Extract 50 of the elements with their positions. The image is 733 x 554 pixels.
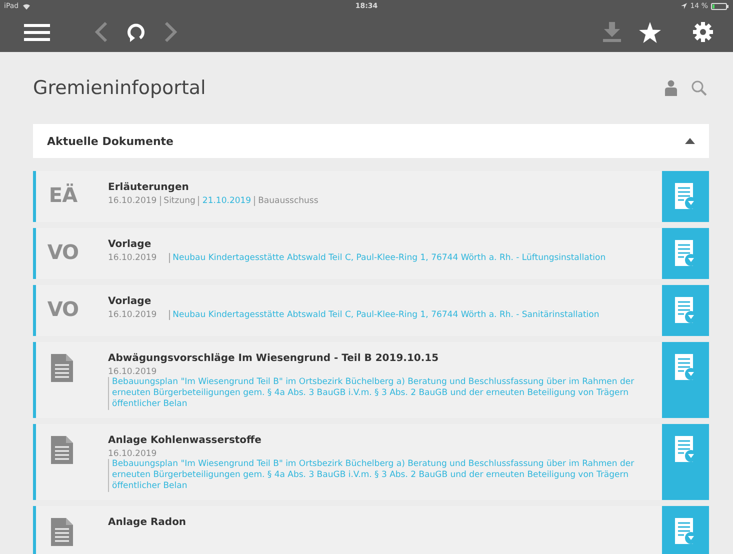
document-row[interactable]: Anlage Radon — [33, 506, 709, 554]
panel-title: Aktuelle Dokumente — [47, 134, 174, 148]
document-title: Abwägungsvorschläge Im Wiesengrund - Teil B 2019.10.15 — [108, 353, 440, 364]
panel-header[interactable]: Aktuelle Dokumente — [33, 124, 709, 158]
document-row[interactable]: VO Vorlage 16.10.2019 Neubau Kindertagesstätte Abtswald Teil C, Paul-Klee-Ring 1, 76744 Wörth a. Rh. - Sanitärinstallation — [33, 285, 709, 336]
document-icon — [51, 354, 73, 382]
document-download-icon — [674, 240, 696, 266]
document-date: 16.10.2019 — [108, 367, 158, 377]
document-download-icon — [674, 354, 696, 380]
wifi-icon — [22, 2, 31, 10]
meta-text: 16.10.2019 — [108, 310, 157, 320]
meta-text: Sitzung — [160, 196, 196, 206]
document-row[interactable]: VO Vorlage 16.10.2019 Neubau Kindertagesstätte Abtswald Teil C, Paul-Klee-Ring 1, 76744 Wörth a. Rh. - Lüftungsinstallation — [33, 228, 709, 279]
document-row[interactable] — [33, 424, 709, 500]
download-document-button[interactable] — [662, 285, 709, 336]
document-row[interactable]: EÄ Erläuterungen 16.10.2019 Sitzung 21.10.2019 Bauausschuss — [33, 171, 709, 222]
battery-icon — [710, 2, 729, 10]
document-date: 16.10.2019 — [108, 449, 158, 460]
document-type-label: EÄ — [48, 183, 78, 207]
meta-text: 16.10.2019 — [108, 196, 157, 206]
user-icon[interactable] — [665, 80, 677, 96]
favorites-button[interactable] — [639, 22, 661, 42]
document-row[interactable] — [33, 342, 709, 418]
collapse-caret-icon — [685, 138, 695, 144]
document-icon — [51, 518, 73, 546]
meta-text: 16.10.2019 — [108, 253, 157, 263]
location-arrow-icon — [681, 3, 688, 9]
download-document-button[interactable] — [662, 342, 709, 418]
document-download-icon — [674, 518, 696, 544]
page-title: Gremieninfoportal — [33, 77, 207, 99]
download-document-button[interactable] — [662, 424, 709, 500]
document-type-label: VO — [47, 240, 79, 264]
meta-text: Bauausschuss — [254, 196, 318, 206]
document-title: Anlage Kohlenwasserstoffe — [108, 435, 262, 446]
document-icon — [51, 436, 73, 464]
refresh-button[interactable] — [126, 21, 146, 43]
download-document-button[interactable] — [662, 228, 709, 279]
document-title: Vorlage — [108, 296, 152, 307]
document-title: Erläuterungen — [108, 182, 190, 193]
settings-button[interactable] — [693, 22, 713, 42]
search-icon[interactable] — [691, 80, 707, 96]
document-title: Vorlage — [108, 239, 152, 250]
document-type-label: VO — [47, 297, 79, 321]
document-download-icon — [674, 297, 696, 323]
download-document-button[interactable] — [662, 171, 709, 222]
document-download-icon — [674, 436, 696, 462]
download-document-button[interactable] — [662, 506, 709, 554]
document-title: Anlage Radon — [108, 517, 188, 528]
menu-button[interactable] — [24, 22, 50, 42]
document-download-icon — [674, 183, 696, 209]
